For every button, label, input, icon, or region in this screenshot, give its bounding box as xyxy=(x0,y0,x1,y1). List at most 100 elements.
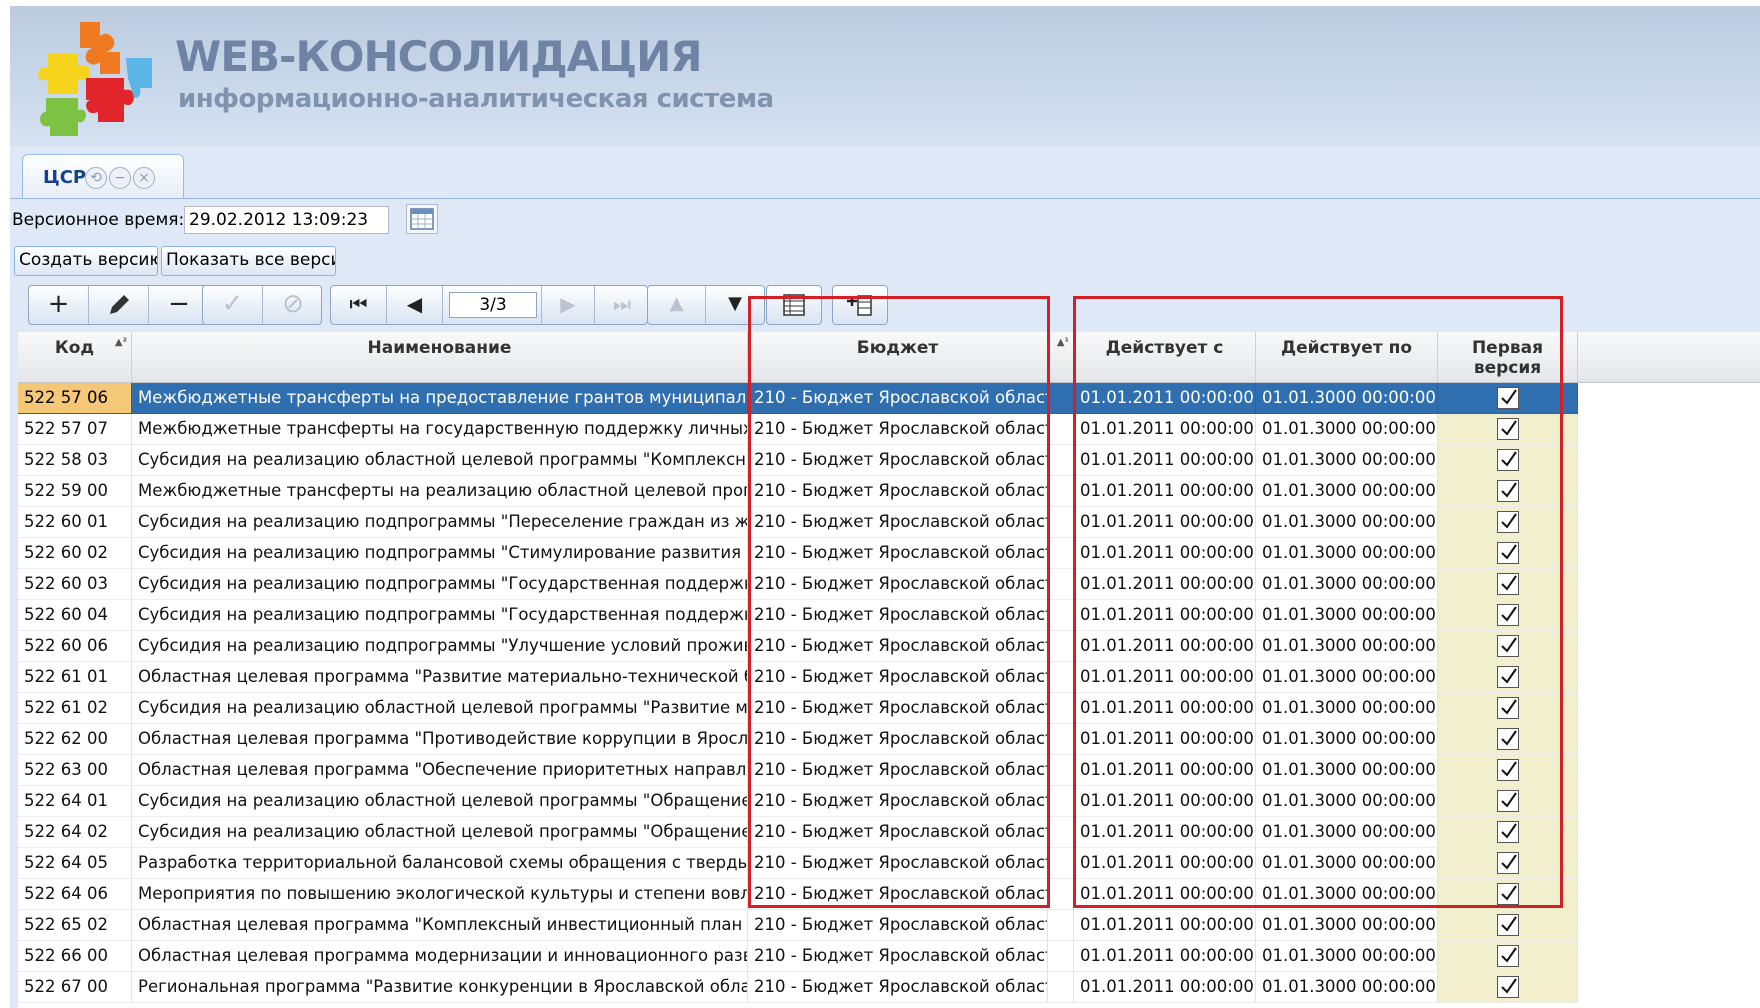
cell-first-version[interactable] xyxy=(1438,972,1578,1003)
table-row[interactable]: 522 63 00 Областная целевая программа "Об… xyxy=(18,755,1760,786)
table-row[interactable]: 522 59 00 Межбюджетные трансферты на реал… xyxy=(18,476,1760,507)
table-row[interactable]: 522 60 01 Субсидия на реализацию подпрогр… xyxy=(18,507,1760,538)
checkbox-icon[interactable] xyxy=(1496,635,1519,657)
table-row[interactable]: 522 60 03 Субсидия на реализацию подпрогр… xyxy=(18,569,1760,600)
cell-first-version[interactable] xyxy=(1438,662,1578,693)
cell-first-version[interactable] xyxy=(1438,848,1578,879)
next-page-icon[interactable]: ▶ xyxy=(541,286,595,324)
checkbox-icon[interactable] xyxy=(1496,976,1519,998)
cell-first-version[interactable] xyxy=(1438,507,1578,538)
cell-spacer xyxy=(1048,569,1074,600)
cell-first-version[interactable] xyxy=(1438,600,1578,631)
cell-first-version[interactable] xyxy=(1438,817,1578,848)
column-header-name[interactable]: Наименование xyxy=(132,332,748,382)
cell-first-version[interactable] xyxy=(1438,879,1578,910)
cell-first-version[interactable] xyxy=(1438,724,1578,755)
table-row[interactable]: 522 67 00 Региональная программа "Развити… xyxy=(18,972,1760,1003)
cell-first-version[interactable] xyxy=(1438,476,1578,507)
table-row[interactable]: 522 61 02 Субсидия на реализацию областно… xyxy=(18,693,1760,724)
cell-first-version[interactable] xyxy=(1438,786,1578,817)
column-header-code[interactable]: Код ▲² xyxy=(18,332,132,382)
cell-first-version[interactable] xyxy=(1438,910,1578,941)
checkbox-icon[interactable] xyxy=(1496,790,1519,812)
checkbox-icon[interactable] xyxy=(1496,883,1519,905)
column-header-budget-label: Бюджет xyxy=(856,338,939,358)
cell-code: 522 60 04 xyxy=(18,600,132,631)
app-window: WEB-КОНСОЛИДАЦИЯ информационно-аналитиче… xyxy=(10,6,1760,1008)
cell-first-version[interactable] xyxy=(1438,693,1578,724)
checkbox-icon[interactable] xyxy=(1496,480,1519,502)
table-row[interactable]: 522 64 02 Субсидия на реализацию областно… xyxy=(18,817,1760,848)
cell-code: 522 63 00 xyxy=(18,755,132,786)
checkbox-icon[interactable] xyxy=(1496,573,1519,595)
cell-first-version[interactable] xyxy=(1438,445,1578,476)
column-header-first-version[interactable]: Первая версия xyxy=(1438,332,1578,382)
checkbox-icon[interactable] xyxy=(1496,604,1519,626)
tab-csr[interactable]: ЦСР ⟲ − × xyxy=(22,154,184,199)
table-row[interactable]: 522 65 02 Областная целевая программа "Ко… xyxy=(18,910,1760,941)
cell-first-version[interactable] xyxy=(1438,538,1578,569)
show-all-versions-button[interactable]: Показать все версии xyxy=(161,246,336,276)
delete-icon[interactable]: − xyxy=(149,286,209,324)
checkbox-icon[interactable] xyxy=(1496,418,1519,440)
restore-icon[interactable]: ⟲ xyxy=(85,167,107,189)
checkbox-icon[interactable] xyxy=(1496,666,1519,688)
table-row[interactable]: 522 60 04 Субсидия на реализацию подпрогр… xyxy=(18,600,1760,631)
cell-name: Межбюджетные трансферты на предоставлени… xyxy=(132,383,748,414)
checkbox-icon[interactable] xyxy=(1496,728,1519,750)
cell-first-version[interactable] xyxy=(1438,569,1578,600)
cell-first-version[interactable] xyxy=(1438,414,1578,445)
cell-name: Областная целевая программа "Комплексный… xyxy=(132,910,748,941)
table-row[interactable]: 522 57 06 Межбюджетные трансферты на пред… xyxy=(18,383,1760,414)
pencil-icon[interactable] xyxy=(89,286,149,324)
cell-valid-to: 01.01.3000 00:00:00 xyxy=(1256,383,1438,414)
table-row[interactable]: 522 64 06 Мероприятия по повышению эколог… xyxy=(18,879,1760,910)
table-row[interactable]: 522 62 00 Областная целевая программа "Пр… xyxy=(18,724,1760,755)
close-icon[interactable]: × xyxy=(133,167,155,189)
cell-code: 522 59 00 xyxy=(18,476,132,507)
table-row[interactable]: 522 60 06 Субсидия на реализацию подпрогр… xyxy=(18,631,1760,662)
table-row[interactable]: 522 58 03 Субсидия на реализацию областно… xyxy=(18,445,1760,476)
cell-spacer xyxy=(1048,879,1074,910)
create-version-button[interactable]: Создать версию xyxy=(14,246,158,276)
cell-first-version[interactable] xyxy=(1438,755,1578,786)
minimize-icon[interactable]: − xyxy=(109,167,131,189)
apply-icon[interactable]: ✓ xyxy=(203,286,263,324)
checkbox-icon[interactable] xyxy=(1496,821,1519,843)
checkbox-icon[interactable] xyxy=(1496,387,1519,409)
column-header-valid-to[interactable]: Действует по xyxy=(1256,332,1438,382)
last-page-icon[interactable]: ⏭ xyxy=(595,286,649,324)
cancel-icon[interactable]: ⊘ xyxy=(263,286,323,324)
table-row[interactable]: 522 60 02 Субсидия на реализацию подпрогр… xyxy=(18,538,1760,569)
page-indicator[interactable]: 3/3 xyxy=(449,292,537,318)
cell-code: 522 64 05 xyxy=(18,848,132,879)
cell-first-version[interactable] xyxy=(1438,383,1578,414)
prev-page-icon[interactable]: ◀ xyxy=(387,286,443,324)
checkbox-icon[interactable] xyxy=(1496,511,1519,533)
cell-valid-from: 01.01.2011 00:00:00 xyxy=(1074,476,1256,507)
first-page-icon[interactable]: ⏮ xyxy=(331,286,387,324)
checkbox-icon[interactable] xyxy=(1496,914,1519,936)
cell-first-version[interactable] xyxy=(1438,631,1578,662)
table-row[interactable]: 522 61 01 Областная целевая программа "Ра… xyxy=(18,662,1760,693)
column-header-valid-from[interactable]: Действует с xyxy=(1074,332,1256,382)
table-row[interactable]: 522 64 01 Субсидия на реализацию областно… xyxy=(18,786,1760,817)
cell-first-version[interactable] xyxy=(1438,941,1578,972)
version-time-input[interactable] xyxy=(184,206,389,234)
move-down-icon[interactable]: ▼ xyxy=(706,286,764,324)
table-row[interactable]: 522 64 05 Разработка территориальной бала… xyxy=(18,848,1760,879)
checkbox-icon[interactable] xyxy=(1496,945,1519,967)
checkbox-icon[interactable] xyxy=(1496,542,1519,564)
calendar-icon[interactable] xyxy=(406,204,438,234)
move-up-icon[interactable]: ▲ xyxy=(648,286,706,324)
checkbox-icon[interactable] xyxy=(1496,449,1519,471)
checkbox-icon[interactable] xyxy=(1496,697,1519,719)
table-row[interactable]: 522 57 07 Межбюджетные трансферты на госу… xyxy=(18,414,1760,445)
add-icon[interactable]: + xyxy=(29,286,89,324)
checkbox-icon[interactable] xyxy=(1496,852,1519,874)
table-row[interactable]: 522 66 00 Областная целевая программа мод… xyxy=(18,941,1760,972)
table-view-button[interactable] xyxy=(766,285,822,325)
add-record-button[interactable] xyxy=(832,285,888,325)
column-header-budget[interactable]: Бюджет ▲¹ xyxy=(748,332,1069,382)
checkbox-icon[interactable] xyxy=(1496,759,1519,781)
